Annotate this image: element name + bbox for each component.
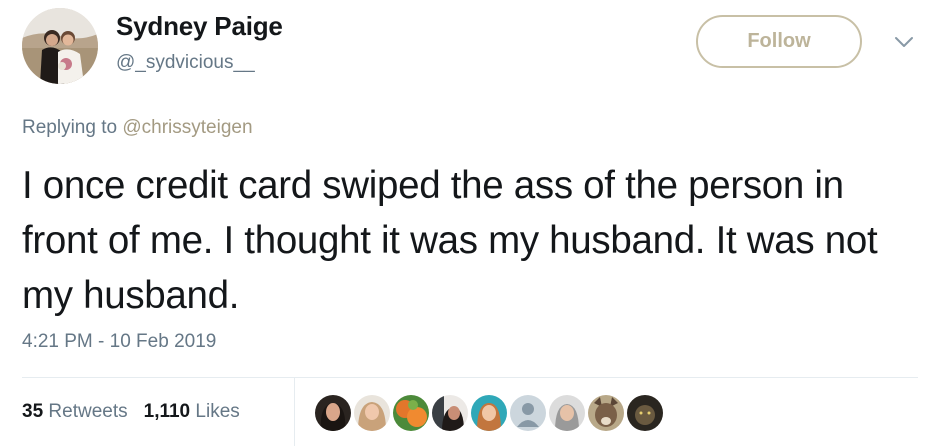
liker-avatar[interactable] — [354, 395, 390, 431]
profile-photo-icon — [22, 8, 98, 84]
tweet-stats: 35 Retweets 1,110 Likes — [22, 401, 240, 423]
liker-avatar[interactable] — [627, 395, 663, 431]
stats-vertical-divider — [294, 378, 295, 446]
tweet-timestamp[interactable]: 4:21 PM - 10 Feb 2019 — [22, 331, 216, 353]
replying-to: Replying to @chrissyteigen — [22, 117, 253, 139]
chevron-down-icon[interactable] — [893, 34, 915, 50]
stats-divider — [22, 377, 918, 378]
default-avatar-icon[interactable] — [510, 395, 546, 431]
display-name[interactable]: Sydney Paige — [116, 11, 283, 42]
follow-button-label: Follow — [747, 30, 811, 52]
likes-label: Likes — [195, 401, 240, 422]
liker-avatar[interactable] — [432, 395, 468, 431]
liker-avatar[interactable] — [315, 395, 351, 431]
user-handle[interactable]: @_sydvicious__ — [116, 52, 255, 74]
liker-avatar[interactable] — [549, 395, 585, 431]
liker-avatar[interactable] — [588, 395, 624, 431]
retweets-label: Retweets — [48, 401, 128, 422]
liker-avatar[interactable] — [471, 395, 507, 431]
follow-button[interactable]: Follow — [696, 15, 862, 68]
replying-to-prefix: Replying to — [22, 117, 118, 138]
liker-avatars — [315, 395, 663, 431]
liker-avatar[interactable] — [393, 395, 429, 431]
retweets-count: 35 — [22, 401, 44, 422]
likes-stat[interactable]: 1,110 Likes — [144, 401, 240, 423]
mention-link[interactable]: @chrissyteigen — [122, 117, 252, 138]
likes-count: 1,110 — [143, 401, 191, 422]
retweets-stat[interactable]: 35 Retweets — [22, 401, 128, 423]
tweet-text: I once credit card swiped the ass of the… — [22, 164, 878, 317]
avatar[interactable] — [22, 8, 98, 84]
